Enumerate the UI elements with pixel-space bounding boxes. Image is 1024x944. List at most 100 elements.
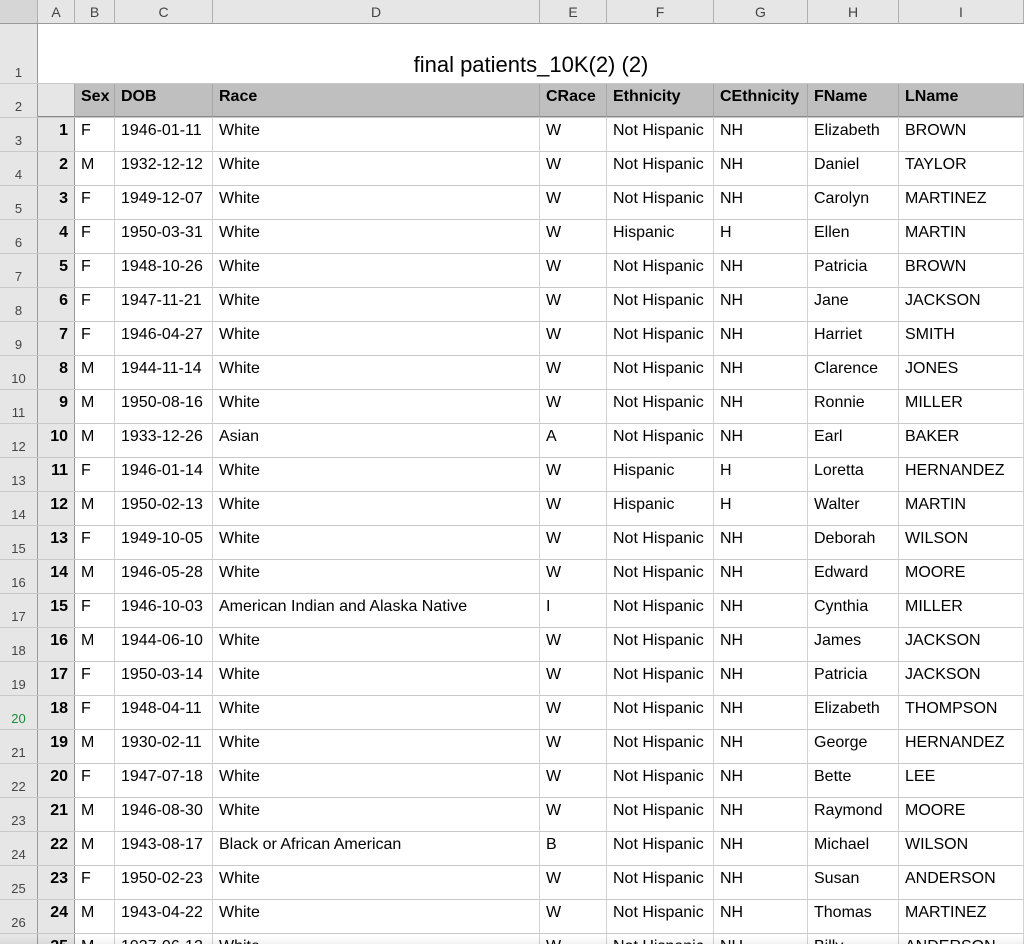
cell-cethnicity[interactable]: NH [714,900,808,933]
cell-fname[interactable]: Daniel [808,152,899,185]
row-number[interactable]: 7 [0,254,38,287]
cell-cethnicity[interactable]: NH [714,594,808,627]
cell-dob[interactable]: 1946-01-11 [115,118,213,151]
cell-idx[interactable]: 5 [38,254,75,287]
cell-crace[interactable]: W [540,696,607,729]
cell-race[interactable]: White [213,288,540,321]
cell-idx[interactable]: 1 [38,118,75,151]
cell-sex[interactable]: M [75,424,115,457]
cell-ethnicity[interactable]: Not Hispanic [607,798,714,831]
cell-crace[interactable]: W [540,118,607,151]
cell-lname[interactable]: THOMPSON [899,696,1024,729]
row-number[interactable]: 13 [0,458,38,491]
cell-ethnicity[interactable]: Not Hispanic [607,764,714,797]
row-number[interactable]: 1 [0,24,38,83]
cell-ethnicity[interactable]: Not Hispanic [607,254,714,287]
cell-lname[interactable]: MILLER [899,390,1024,423]
cell-idx[interactable]: 24 [38,900,75,933]
cell-ethnicity[interactable]: Not Hispanic [607,866,714,899]
cell-crace[interactable]: W [540,492,607,525]
column-header-C[interactable]: C [115,0,213,23]
row-number[interactable]: 22 [0,764,38,797]
cell-ethnicity[interactable]: Not Hispanic [607,322,714,355]
cell-race[interactable]: White [213,662,540,695]
cell-dob[interactable]: 1947-07-18 [115,764,213,797]
cell-dob[interactable]: 1946-08-30 [115,798,213,831]
cell-ethnicity[interactable]: Not Hispanic [607,186,714,219]
cell-idx[interactable]: 20 [38,764,75,797]
row-number[interactable]: 11 [0,390,38,423]
corner-cell[interactable] [0,0,38,23]
cell-race[interactable]: White [213,356,540,389]
cell-race[interactable]: American Indian and Alaska Native [213,594,540,627]
cell-race[interactable]: White [213,118,540,151]
row-number[interactable]: 16 [0,560,38,593]
cell-ethnicity[interactable]: Not Hispanic [607,560,714,593]
cell-crace[interactable]: W [540,900,607,933]
row-number[interactable]: 9 [0,322,38,355]
cell-idx[interactable]: 3 [38,186,75,219]
cell-crace[interactable]: W [540,254,607,287]
cell-idx[interactable]: 4 [38,220,75,253]
cell-ethnicity[interactable]: Not Hispanic [607,696,714,729]
header-cell-cethnicity[interactable]: CEthnicity [714,84,808,117]
cell-ethnicity[interactable]: Not Hispanic [607,152,714,185]
cell-lname[interactable]: MOORE [899,798,1024,831]
cell-sex[interactable]: M [75,730,115,763]
cell-cethnicity[interactable]: NH [714,628,808,661]
cell-lname[interactable]: MILLER [899,594,1024,627]
cell-lname[interactable]: HERNANDEZ [899,458,1024,491]
cell-cethnicity[interactable]: NH [714,866,808,899]
column-header-D[interactable]: D [213,0,540,23]
cell-sex[interactable]: M [75,900,115,933]
header-cell-dob[interactable]: DOB [115,84,213,117]
cell-idx[interactable]: 22 [38,832,75,865]
cell-dob[interactable]: 1944-11-14 [115,356,213,389]
cell-sex[interactable]: M [75,798,115,831]
cell-cethnicity[interactable]: NH [714,696,808,729]
cell-fname[interactable]: Earl [808,424,899,457]
cell-race[interactable]: White [213,798,540,831]
cell-fname[interactable]: Ronnie [808,390,899,423]
cell-sex[interactable]: F [75,594,115,627]
cell-lname[interactable]: MARTINEZ [899,186,1024,219]
column-header-A[interactable]: A [38,0,75,23]
cell-idx[interactable]: 11 [38,458,75,491]
cell-race[interactable]: White [213,560,540,593]
column-header-I[interactable]: I [899,0,1024,23]
cell-sex[interactable]: F [75,662,115,695]
cell-lname[interactable]: TAYLOR [899,152,1024,185]
cell-race[interactable]: White [213,220,540,253]
cell-dob[interactable]: 1950-08-16 [115,390,213,423]
cell-sex[interactable]: F [75,526,115,559]
row-number[interactable]: 5 [0,186,38,219]
cell-ethnicity[interactable]: Hispanic [607,458,714,491]
cell-lname[interactable]: MARTIN [899,220,1024,253]
cell-lname[interactable]: LEE [899,764,1024,797]
cell-sex[interactable]: F [75,696,115,729]
cell-cethnicity[interactable]: NH [714,730,808,763]
column-header-E[interactable]: E [540,0,607,23]
cell-cethnicity[interactable]: NH [714,798,808,831]
row-number[interactable]: 19 [0,662,38,695]
cell-race[interactable]: White [213,322,540,355]
cell-crace[interactable]: W [540,186,607,219]
cell-cethnicity[interactable]: NH [714,390,808,423]
cell-crace[interactable]: W [540,322,607,355]
header-cell-idx[interactable] [38,84,75,117]
cell-race[interactable]: White [213,390,540,423]
column-header-B[interactable]: B [75,0,115,23]
spreadsheet-viewport[interactable]: ABCDEFGHI 1 final patients_10K(2) (2) 2 … [0,0,1024,944]
cell-fname[interactable]: Clarence [808,356,899,389]
cell-lname[interactable]: JACKSON [899,628,1024,661]
cell-fname[interactable]: Walter [808,492,899,525]
cell-ethnicity[interactable]: Not Hispanic [607,526,714,559]
cell-ethnicity[interactable]: Not Hispanic [607,594,714,627]
cell-dob[interactable]: 1949-12-07 [115,186,213,219]
cell-fname[interactable]: Deborah [808,526,899,559]
cell-dob[interactable]: 1950-03-14 [115,662,213,695]
cell-race[interactable]: White [213,628,540,661]
cell-idx[interactable]: 2 [38,152,75,185]
cell-cethnicity[interactable]: NH [714,356,808,389]
cell-fname[interactable]: Ellen [808,220,899,253]
